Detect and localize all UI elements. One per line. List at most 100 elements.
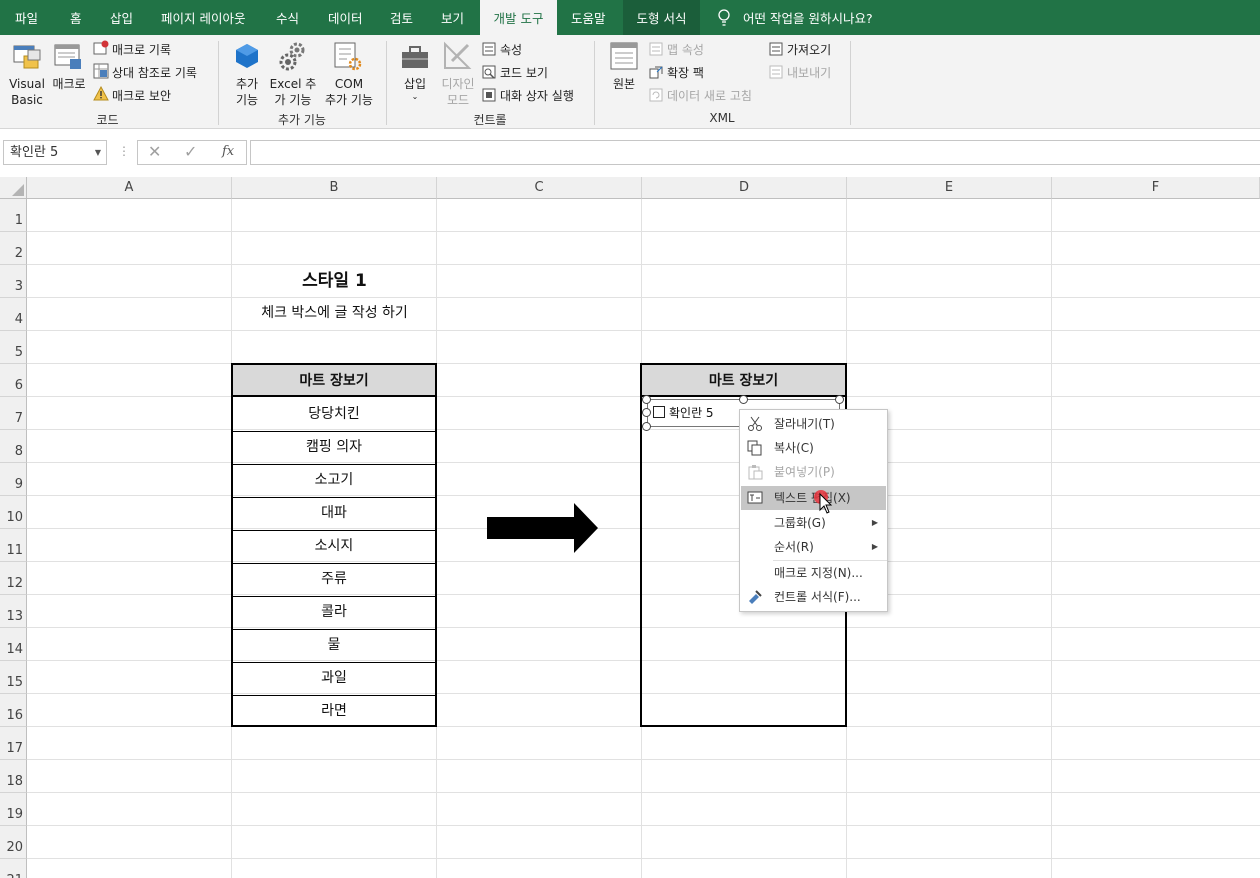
column-header[interactable]: B <box>232 177 437 199</box>
enter-check-icon[interactable]: ✓ <box>184 142 197 161</box>
refresh-data-button[interactable]: 데이터 새로 고침 <box>667 87 752 104</box>
row-header[interactable]: 20 <box>0 826 27 859</box>
row-header[interactable]: 14 <box>0 628 27 661</box>
visual-basic-button[interactable]: Visual Basic <box>4 76 50 108</box>
resize-handle[interactable] <box>642 408 651 417</box>
tab-formulas[interactable]: 수식 <box>276 0 299 35</box>
insert-control-button[interactable]: 삽입 ⌄ <box>396 76 434 102</box>
worksheet-grid[interactable]: A B C D E F 1 2 3 4 5 6 7 8 9 10 11 12 13 14 15 16 17 18 1… <box>0 177 1260 878</box>
insert-function-icon[interactable]: fx <box>222 144 234 159</box>
row-header[interactable]: 12 <box>0 562 27 595</box>
properties-button[interactable]: 속성 <box>500 41 522 58</box>
resize-handle[interactable] <box>642 395 651 404</box>
cancel-icon[interactable]: ✕ <box>148 142 161 161</box>
right-arrow-shape[interactable] <box>486 503 600 553</box>
tab-help[interactable]: 도움말 <box>571 0 606 35</box>
table-header[interactable]: 마트 장보기 <box>642 365 845 397</box>
tab-insert[interactable]: 삽입 <box>110 0 133 35</box>
sheet-title[interactable]: 스타일 1 <box>232 265 437 298</box>
expansion-packs-button[interactable]: 확장 팩 <box>667 64 704 81</box>
resize-handle[interactable] <box>642 422 651 431</box>
table-item-cell[interactable]: 주류 <box>233 564 435 597</box>
row-header[interactable]: 4 <box>0 298 27 331</box>
resize-handle[interactable] <box>739 395 748 404</box>
menu-item-group[interactable]: 그룹화(G) ▶ <box>741 511 886 535</box>
checkbox-label[interactable]: 확인란 5 <box>669 404 714 421</box>
name-box[interactable]: 확인란 5 ▼ <box>3 140 107 165</box>
tab-data[interactable]: 데이터 <box>328 0 363 35</box>
view-code-button[interactable]: 코드 보기 <box>500 64 548 81</box>
tab-review[interactable]: 검토 <box>390 0 413 35</box>
row-header[interactable]: 16 <box>0 694 27 727</box>
select-all-button[interactable] <box>0 177 27 199</box>
table-item-cell[interactable]: 당당치킨 <box>233 399 435 432</box>
addins-button[interactable]: 추가 기능 <box>226 76 268 108</box>
import-button[interactable]: 가져오기 <box>787 41 831 58</box>
menu-item-order[interactable]: 순서(R) ▶ <box>741 535 886 559</box>
menu-item-format-control[interactable]: 컨트롤 서식(F)... <box>741 585 886 609</box>
relative-reference-button[interactable]: 상대 참조로 기록 <box>112 64 197 81</box>
menu-item-copy[interactable]: 복사(C) <box>741 436 886 460</box>
table-item-cell[interactable]: 물 <box>233 630 435 663</box>
resize-handle[interactable] <box>835 395 844 404</box>
column-header[interactable]: F <box>1052 177 1260 199</box>
sheet-subtitle[interactable]: 체크 박스에 글 작성 하기 <box>232 298 437 331</box>
row-header[interactable]: 11 <box>0 529 27 562</box>
column-header[interactable]: C <box>437 177 642 199</box>
tab-home[interactable]: 홈 <box>70 0 82 35</box>
tell-me-search[interactable]: 어떤 작업을 원하시나요? <box>743 0 873 35</box>
tab-page-layout[interactable]: 페이지 레이아웃 <box>161 0 245 35</box>
column-header[interactable]: E <box>847 177 1052 199</box>
table-item-cell[interactable]: 라면 <box>233 696 435 729</box>
row-header[interactable]: 9 <box>0 463 27 496</box>
row-header[interactable]: 10 <box>0 496 27 529</box>
lightbulb-icon <box>717 0 731 35</box>
row-header[interactable]: 3 <box>0 265 27 298</box>
run-dialog-button[interactable]: 대화 상자 실행 <box>500 87 574 104</box>
row-header[interactable]: 6 <box>0 364 27 397</box>
row-header[interactable]: 2 <box>0 232 27 265</box>
excel-addins-button[interactable]: Excel 추 가 기능 <box>268 76 318 108</box>
menu-item-assign-macro[interactable]: 매크로 지정(N)... <box>741 561 886 585</box>
checkbox[interactable] <box>653 406 665 418</box>
column-header[interactable]: A <box>27 177 232 199</box>
row-header[interactable]: 18 <box>0 760 27 793</box>
import-icon <box>769 41 783 56</box>
table-item-cell[interactable]: 과일 <box>233 663 435 696</box>
menu-item-paste[interactable]: 붙여넣기(P) <box>741 460 886 484</box>
row-header[interactable]: 8 <box>0 430 27 463</box>
xml-source-button[interactable]: 원본 <box>604 76 644 92</box>
row-header[interactable]: 21 <box>0 859 27 878</box>
column-header[interactable]: D <box>642 177 847 199</box>
row-header[interactable]: 7 <box>0 397 27 430</box>
grid-line <box>27 825 1260 826</box>
row-header[interactable]: 5 <box>0 331 27 364</box>
row-header[interactable]: 15 <box>0 661 27 694</box>
table-item-cell[interactable]: 대파 <box>233 498 435 531</box>
tab-developer[interactable]: 개발 도구 <box>480 0 557 35</box>
xml-source-icon <box>609 41 639 71</box>
design-mode-button[interactable]: 디자인 모드 <box>437 76 479 108</box>
macros-button[interactable]: 매크로 <box>48 76 90 92</box>
tab-shape-format[interactable]: 도형 서식 <box>623 0 700 35</box>
tab-file[interactable]: 파일 <box>15 0 38 35</box>
map-properties-button[interactable]: 맵 속성 <box>667 41 704 58</box>
export-button[interactable]: 내보내기 <box>787 64 831 81</box>
row-header[interactable]: 19 <box>0 793 27 826</box>
formula-actions: ✕ ✓ fx <box>137 140 247 165</box>
table-header[interactable]: 마트 장보기 <box>233 365 435 397</box>
tab-view[interactable]: 보기 <box>441 0 464 35</box>
paste-icon <box>747 464 763 480</box>
com-addins-button[interactable]: COM 추가 기능 <box>320 76 378 108</box>
table-item-cell[interactable]: 콜라 <box>233 597 435 630</box>
macro-security-button[interactable]: 매크로 보안 <box>112 87 171 104</box>
record-macro-button[interactable]: 매크로 기록 <box>112 41 171 58</box>
formula-input[interactable] <box>250 140 1260 165</box>
menu-item-cut[interactable]: 잘라내기(T) <box>741 412 886 436</box>
table-item-cell[interactable]: 캠핑 의자 <box>233 432 435 465</box>
table-item-cell[interactable]: 소시지 <box>233 531 435 564</box>
row-header[interactable]: 13 <box>0 595 27 628</box>
row-header[interactable]: 1 <box>0 199 27 232</box>
table-item-cell[interactable]: 소고기 <box>233 465 435 498</box>
row-header[interactable]: 17 <box>0 727 27 760</box>
